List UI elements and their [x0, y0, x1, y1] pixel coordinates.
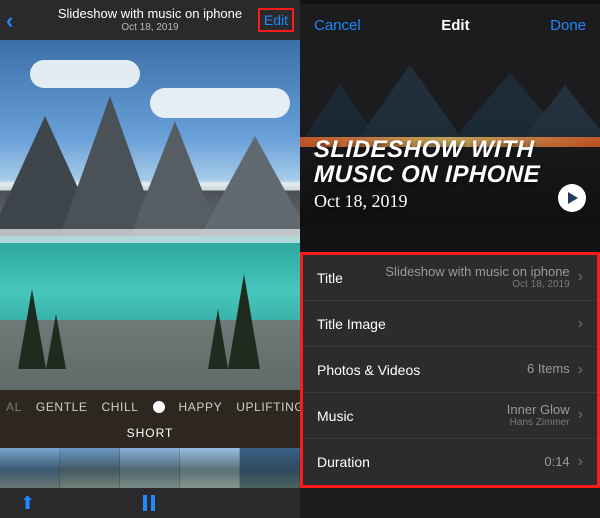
cloud-decor: [150, 88, 290, 118]
chevron-right-icon: ›: [578, 361, 583, 379]
tree-decor: [18, 289, 46, 369]
row-title[interactable]: Title Slideshow with music on iphone Oct…: [303, 255, 597, 301]
row-value-text: Inner Glow: [507, 402, 570, 417]
chevron-right-icon: ›: [578, 268, 583, 286]
row-label: Title Image: [317, 316, 386, 332]
play-icon[interactable]: [558, 184, 586, 212]
row-value-text: Slideshow with music on iphone: [385, 264, 569, 279]
cloud-decor: [30, 60, 140, 88]
preview-subtitle: Oct 18, 2019: [58, 22, 242, 33]
thumbnail[interactable]: [240, 448, 300, 488]
chevron-right-icon: ›: [578, 406, 583, 424]
banner-date: Oct 18, 2019: [314, 191, 586, 212]
edit-header-title: Edit: [441, 17, 469, 34]
edit-button[interactable]: Edit: [258, 8, 294, 32]
cancel-button[interactable]: Cancel: [314, 17, 361, 34]
edit-banner: SLIDESHOW WITH MUSIC ON IPHONE Oct 18, 2…: [300, 46, 600, 226]
section-gap: [300, 226, 600, 252]
chevron-right-icon: ›: [578, 315, 583, 333]
mountain-decor: [520, 85, 600, 143]
mood-option[interactable]: HAPPY: [179, 400, 223, 414]
row-label: Title: [317, 270, 343, 286]
banner-text-block: SLIDESHOW WITH MUSIC ON IPHONE Oct 18, 2…: [314, 137, 586, 212]
mountain-decor: [450, 73, 570, 143]
row-title-image[interactable]: Title Image ›: [303, 301, 597, 347]
preview-header: ‹ Slideshow with music on iphone Oct 18,…: [0, 0, 300, 40]
tree-decor: [228, 274, 260, 369]
row-value-sub: Oct 18, 2019: [385, 279, 569, 290]
slideshow-preview-pane: ‹ Slideshow with music on iphone Oct 18,…: [0, 0, 300, 518]
row-photos-videos[interactable]: Photos & Videos 6 Items ›: [303, 347, 597, 393]
edit-sheet-pane: Cancel Edit Done SLIDESHOW WITH MUSIC ON…: [300, 0, 600, 518]
row-value: Slideshow with music on iphone Oct 18, 2…: [385, 265, 569, 290]
preview-bottom-bar: ⬆︎: [0, 488, 300, 518]
banner-title-line: MUSIC ON IPHONE: [314, 162, 587, 187]
row-value: Inner Glow Hans Zimmer: [507, 403, 570, 428]
preview-title: Slideshow with music on iphone: [58, 7, 242, 21]
mountain-decor: [200, 136, 300, 236]
mood-current-indicator: [153, 401, 165, 413]
chevron-right-icon: ›: [578, 453, 583, 471]
row-label: Music: [317, 408, 354, 424]
thumbnail[interactable]: [60, 448, 120, 488]
share-icon[interactable]: ⬆︎: [20, 493, 35, 514]
back-chevron-icon[interactable]: ‹: [6, 8, 13, 34]
mood-option[interactable]: GENTLE: [36, 400, 88, 414]
tree-decor: [208, 309, 228, 369]
pause-button[interactable]: [143, 495, 155, 511]
banner-title-line: SLIDESHOW WITH: [314, 137, 587, 162]
slideshow-length-label[interactable]: SHORT: [0, 424, 300, 448]
thumbnail[interactable]: [120, 448, 180, 488]
thumbnail-strip[interactable]: [0, 448, 300, 488]
thumbnail[interactable]: [0, 448, 60, 488]
mountain-decor: [355, 65, 465, 143]
mountain-decor: [300, 83, 380, 143]
mood-selector[interactable]: AL GENTLE CHILL HAPPY UPLIFTING: [0, 390, 300, 424]
edit-settings-list: Title Slideshow with music on iphone Oct…: [300, 252, 600, 488]
row-value-sub: Hans Zimmer: [507, 417, 570, 428]
preview-title-block: Slideshow with music on iphone Oct 18, 2…: [58, 7, 242, 32]
row-music[interactable]: Music Inner Glow Hans Zimmer ›: [303, 393, 597, 439]
edit-header: Cancel Edit Done: [300, 0, 600, 46]
row-label: Photos & Videos: [317, 362, 420, 378]
row-label: Duration: [317, 454, 370, 470]
mood-option[interactable]: CHILL: [102, 400, 139, 414]
row-duration[interactable]: Duration 0:14 ›: [303, 439, 597, 485]
snowline-decor: [0, 229, 300, 243]
tree-decor: [46, 314, 66, 369]
mood-option[interactable]: UPLIFTING: [236, 400, 300, 414]
thumbnail[interactable]: [180, 448, 240, 488]
slideshow-photo[interactable]: [0, 40, 300, 390]
mood-option[interactable]: AL: [6, 400, 22, 414]
row-value: 6 Items: [527, 362, 570, 376]
row-value: 0:14: [544, 455, 569, 469]
done-button[interactable]: Done: [550, 17, 586, 34]
